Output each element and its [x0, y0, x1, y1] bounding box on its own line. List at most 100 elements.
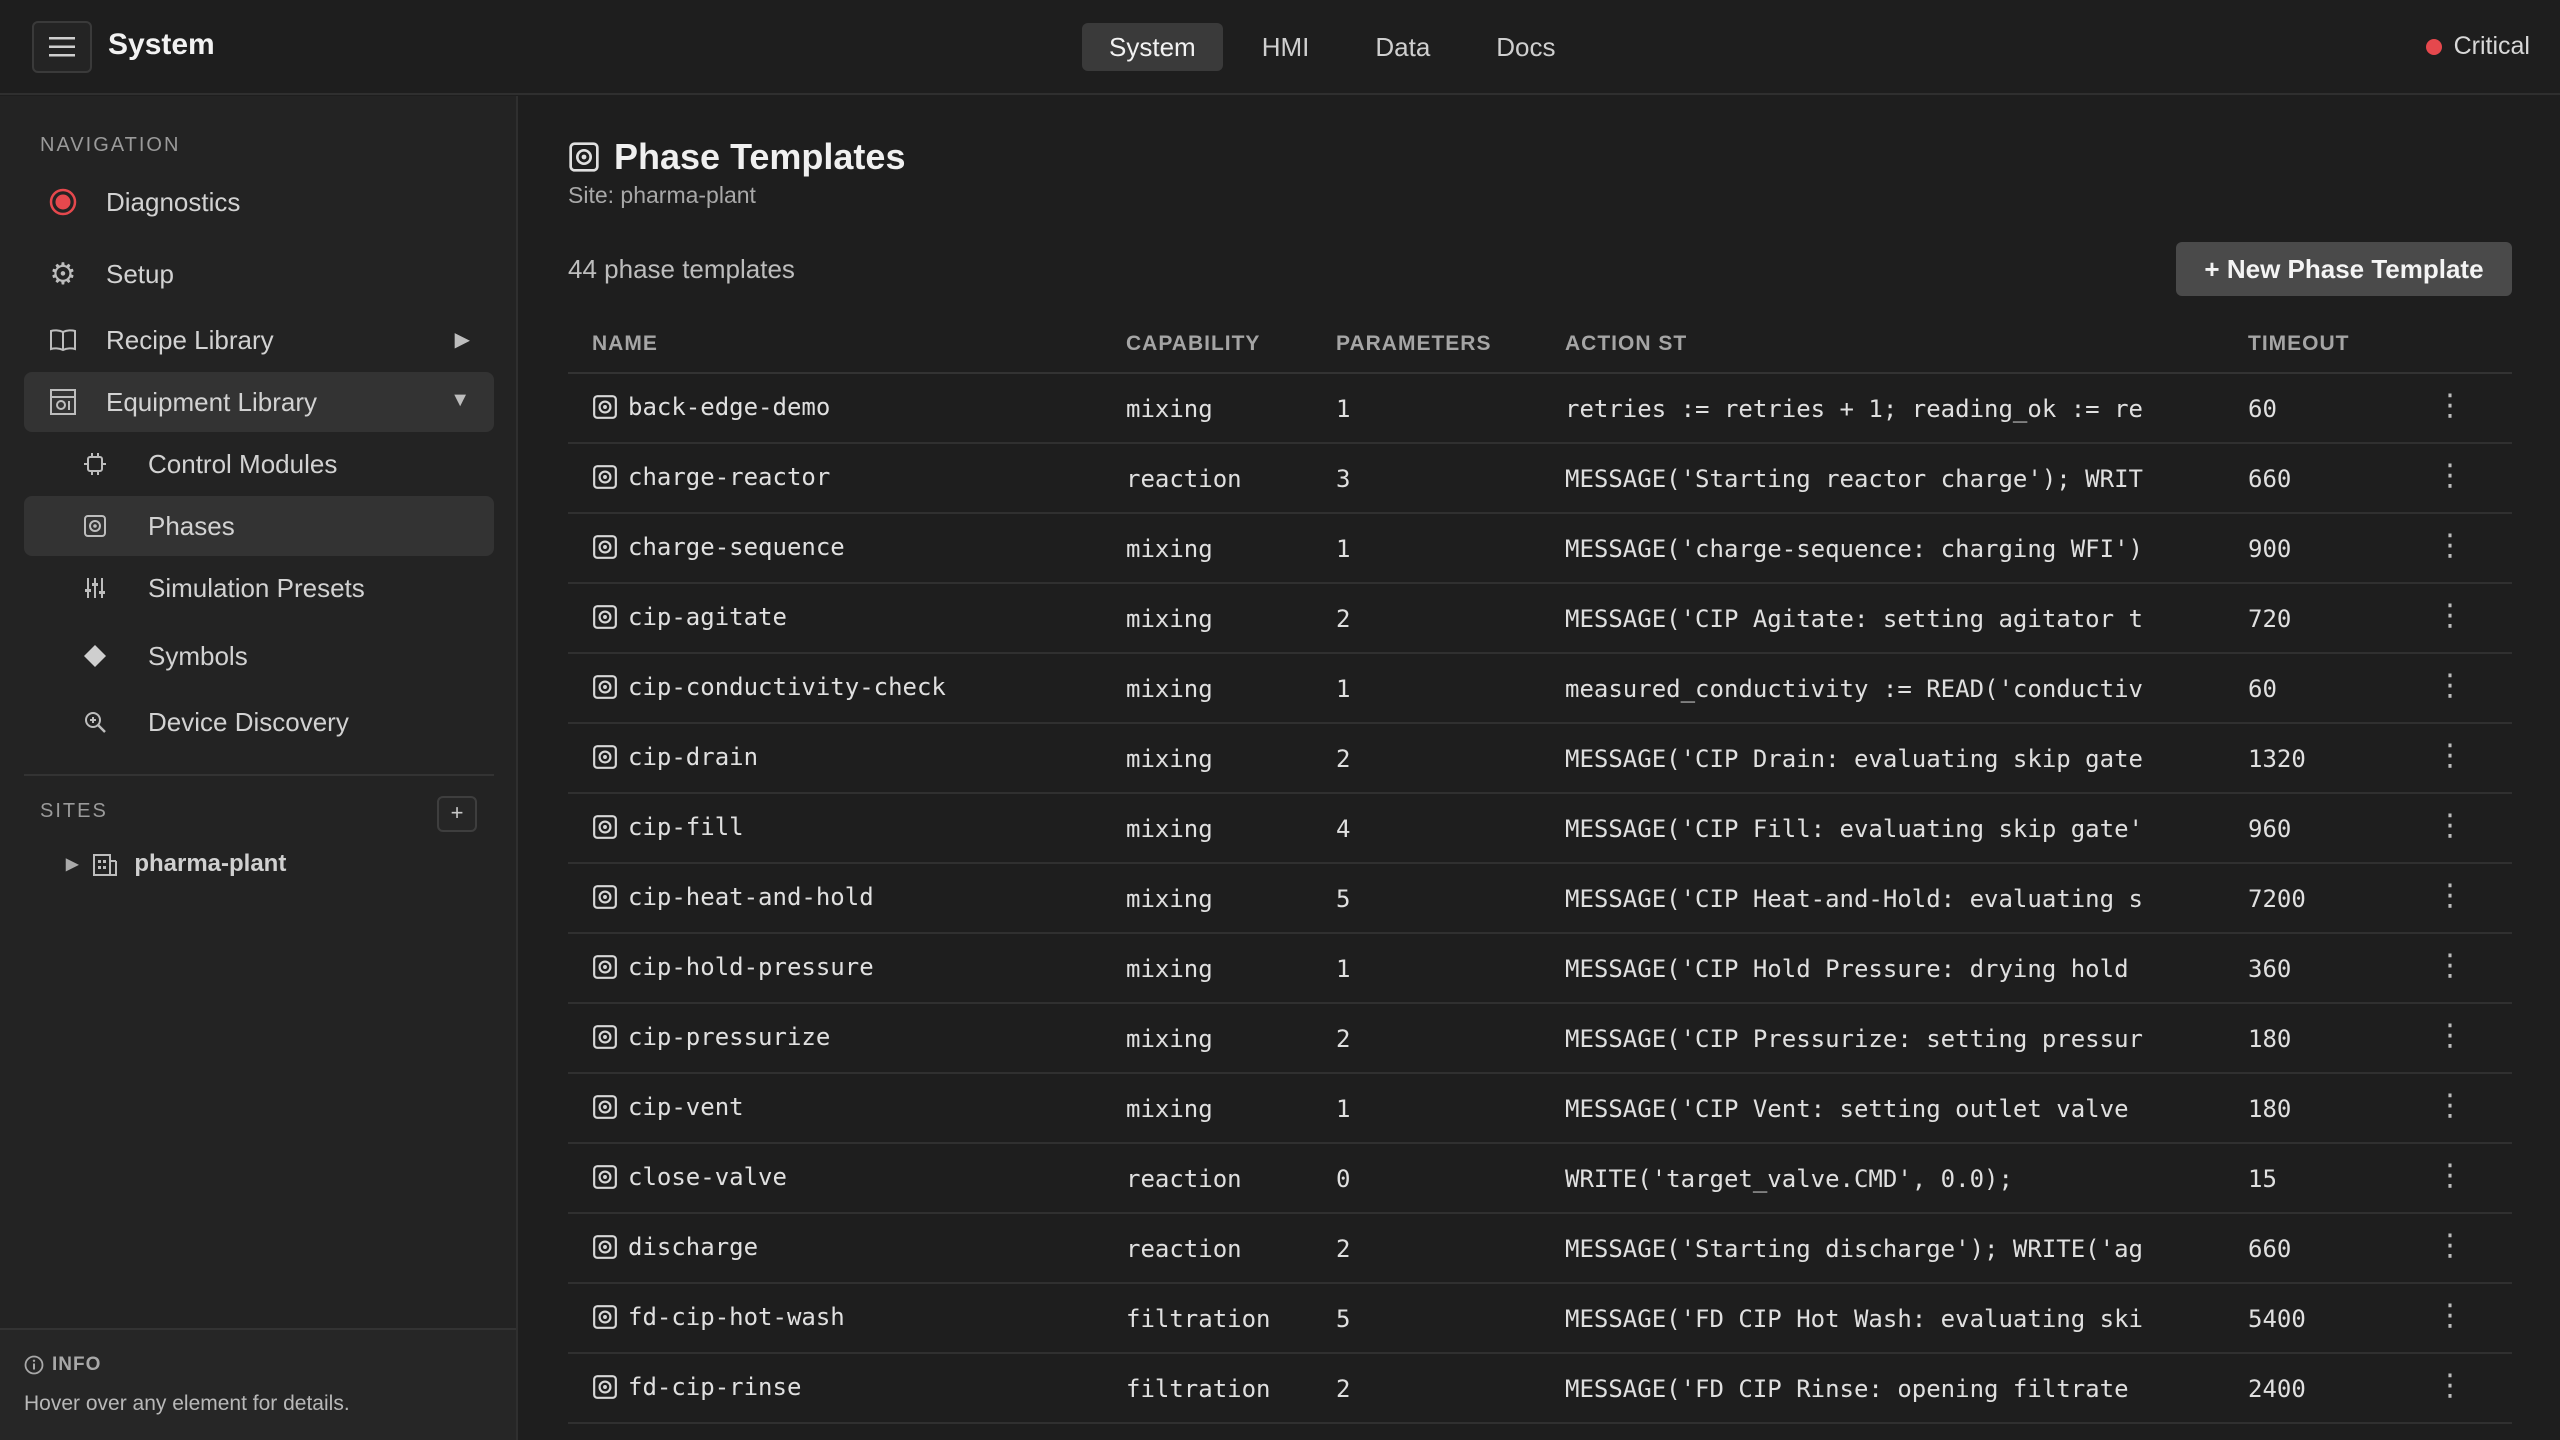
column-header-parameters[interactable]: PARAMETERS	[1336, 332, 1491, 356]
building-icon	[92, 851, 118, 877]
table-row[interactable]: fd-cip-rinse filtration 2 MESSAGE('FD CIP R…	[568, 1354, 2512, 1424]
sidebar-item-phases[interactable]: Phases	[24, 496, 494, 556]
row-more-options-icon[interactable]: ⋮	[2432, 598, 2468, 633]
row-name-cell[interactable]: cip-pressurize	[592, 1023, 1092, 1051]
row-more-options-icon[interactable]: ⋮	[2432, 668, 2468, 703]
tab-hmi[interactable]: HMI	[1235, 23, 1337, 71]
phase-icon	[592, 884, 618, 910]
row-name-cell[interactable]: cip-conductivity-check	[592, 673, 1092, 701]
table-row[interactable]: cip-pressurize mixing 2 MESSAGE('CIP Pressu…	[568, 1004, 2512, 1074]
row-name-cell[interactable]: cip-fill	[592, 813, 1092, 841]
phase-icon	[569, 142, 599, 172]
row-more-options-icon[interactable]: ⋮	[2432, 808, 2468, 843]
equipment-library-icon	[46, 385, 80, 419]
row-more-options-icon[interactable]: ⋮	[2432, 878, 2468, 913]
new-phase-template-button[interactable]: + New Phase Template	[2176, 242, 2512, 296]
row-capability: mixing	[1126, 815, 1213, 843]
expand-triangle-icon[interactable]: ▶	[66, 854, 78, 874]
row-capability: mixing	[1126, 395, 1213, 423]
diagnostics-record-icon	[46, 185, 80, 219]
chevron-down-icon[interactable]: ▼	[450, 389, 470, 412]
tab-data[interactable]: Data	[1348, 23, 1457, 71]
row-timeout: 60	[2248, 395, 2277, 423]
sidebar-item-setup[interactable]: ⚙ Setup	[24, 244, 494, 304]
row-more-options-icon[interactable]: ⋮	[2432, 388, 2468, 423]
sidebar-item-equipment-library[interactable]: Equipment Library ▼	[24, 372, 494, 432]
row-name: fd-cip-hot-wash	[628, 1303, 845, 1331]
table-row[interactable]: cip-hold-pressure mixing 1 MESSAGE('CIP Hol…	[568, 934, 2512, 1004]
table-row[interactable]: discharge reaction 2 MESSAGE('Starting disc…	[568, 1214, 2512, 1284]
phase-icon	[592, 1304, 618, 1330]
row-name-cell[interactable]: discharge	[592, 1233, 1092, 1261]
column-header-action[interactable]: ACTION ST	[1565, 332, 1687, 356]
row-name: close-valve	[628, 1163, 787, 1191]
row-parameters: 4	[1336, 815, 1351, 843]
phase-icon	[592, 814, 618, 840]
column-header-capability[interactable]: CAPABILITY	[1126, 332, 1260, 356]
row-name-cell[interactable]: close-valve	[592, 1163, 1092, 1191]
row-name-cell[interactable]: back-edge-demo	[592, 393, 1092, 421]
sidebar-item-symbols[interactable]: Symbols	[24, 626, 494, 686]
row-name-cell[interactable]: cip-agitate	[592, 603, 1092, 631]
row-name: cip-vent	[628, 1093, 744, 1121]
row-timeout: 2400	[2248, 1375, 2306, 1403]
row-more-options-icon[interactable]: ⋮	[2432, 738, 2468, 773]
row-capability: reaction	[1126, 465, 1242, 493]
table-row[interactable]: cip-conductivity-check mixing 1 measured_co…	[568, 654, 2512, 724]
tab-docs[interactable]: Docs	[1469, 23, 1582, 71]
row-more-options-icon[interactable]: ⋮	[2432, 458, 2468, 493]
template-count: 44 phase templates	[568, 254, 795, 284]
sidebar-item-diagnostics[interactable]: Diagnostics	[24, 172, 494, 232]
sidebar-item-recipe-library[interactable]: Recipe Library ▶	[24, 310, 494, 370]
row-name-cell[interactable]: cip-vent	[592, 1093, 1092, 1121]
row-name-cell[interactable]: charge-reactor	[592, 463, 1092, 491]
info-title-label: INFO	[52, 1354, 102, 1375]
table-row[interactable]: charge-sequence mixing 1 MESSAGE('charge-se…	[568, 514, 2512, 584]
row-name: back-edge-demo	[628, 393, 831, 421]
table-row[interactable]: cip-agitate mixing 2 MESSAGE('CIP Agitate: …	[568, 584, 2512, 654]
row-timeout: 180	[2248, 1095, 2292, 1123]
row-name-cell[interactable]: cip-drain	[592, 743, 1092, 771]
sidebar-item-simulation-presets[interactable]: Simulation Presets	[24, 558, 494, 618]
row-name-cell[interactable]: cip-heat-and-hold	[592, 883, 1092, 911]
table-row[interactable]: cip-heat-and-hold mixing 5 MESSAGE('CIP Hea…	[568, 864, 2512, 934]
row-more-options-icon[interactable]: ⋮	[2432, 1088, 2468, 1123]
column-header-name[interactable]: NAME	[592, 332, 658, 356]
row-more-options-icon[interactable]: ⋮	[2432, 1158, 2468, 1193]
add-site-button[interactable]: +	[437, 796, 477, 832]
sidebar-item-control-modules[interactable]: Control Modules	[24, 434, 494, 494]
table-row[interactable]: charge-reactor reaction 3 MESSAGE('Starting…	[568, 444, 2512, 514]
table-row[interactable]: cip-vent mixing 1 MESSAGE('CIP Vent: settin…	[568, 1074, 2512, 1144]
row-more-options-icon[interactable]: ⋮	[2432, 1018, 2468, 1053]
row-more-options-icon[interactable]: ⋮	[2432, 1228, 2468, 1263]
row-timeout: 1320	[2248, 745, 2306, 773]
sidebar-item-device-discovery[interactable]: Device Discovery	[24, 692, 494, 752]
row-more-options-icon[interactable]: ⋮	[2432, 948, 2468, 983]
row-name: cip-conductivity-check	[628, 673, 946, 701]
info-panel: INFO Hover over any element for details.	[0, 1328, 516, 1440]
row-name-cell[interactable]: charge-sequence	[592, 533, 1092, 561]
row-more-options-icon[interactable]: ⋮	[2432, 1368, 2468, 1403]
row-name-cell[interactable]: fd-cip-hot-wash	[592, 1303, 1092, 1331]
table-row[interactable]: close-valve reaction 0 WRITE('target_valve.…	[568, 1144, 2512, 1214]
site-tree-item[interactable]: ▶ pharma-plant	[66, 844, 286, 884]
row-more-options-icon[interactable]: ⋮	[2432, 1298, 2468, 1333]
table-row[interactable]: cip-drain mixing 2 MESSAGE('CIP Drain: eval…	[568, 724, 2512, 794]
row-name-cell[interactable]: fd-cip-rinse	[592, 1373, 1092, 1401]
table-row[interactable]: fd-cip-hot-wash filtration 5 MESSAGE('FD CI…	[568, 1284, 2512, 1354]
table-row[interactable]: back-edge-demo mixing 1 retries := retries …	[568, 374, 2512, 444]
row-action-st: MESSAGE('CIP Agitate: setting agitator t	[1565, 605, 2143, 633]
row-timeout: 7200	[2248, 885, 2306, 913]
status-indicator[interactable]: Critical	[2425, 32, 2530, 61]
menu-button[interactable]	[32, 21, 92, 73]
row-capability: mixing	[1126, 1025, 1213, 1053]
column-header-timeout[interactable]: TIMEOUT	[2248, 332, 2350, 356]
row-more-options-icon[interactable]: ⋮	[2432, 528, 2468, 563]
info-icon	[24, 1355, 44, 1375]
table-body: back-edge-demo mixing 1 retries := retries …	[568, 374, 2512, 1424]
row-name-cell[interactable]: cip-hold-pressure	[592, 953, 1092, 981]
chevron-right-icon[interactable]: ▶	[455, 327, 470, 352]
tab-system[interactable]: System	[1082, 23, 1223, 71]
table-row[interactable]: cip-fill mixing 4 MESSAGE('CIP Fill: evalua…	[568, 794, 2512, 864]
row-action-st: MESSAGE('CIP Heat-and-Hold: evaluating s	[1565, 885, 2143, 913]
